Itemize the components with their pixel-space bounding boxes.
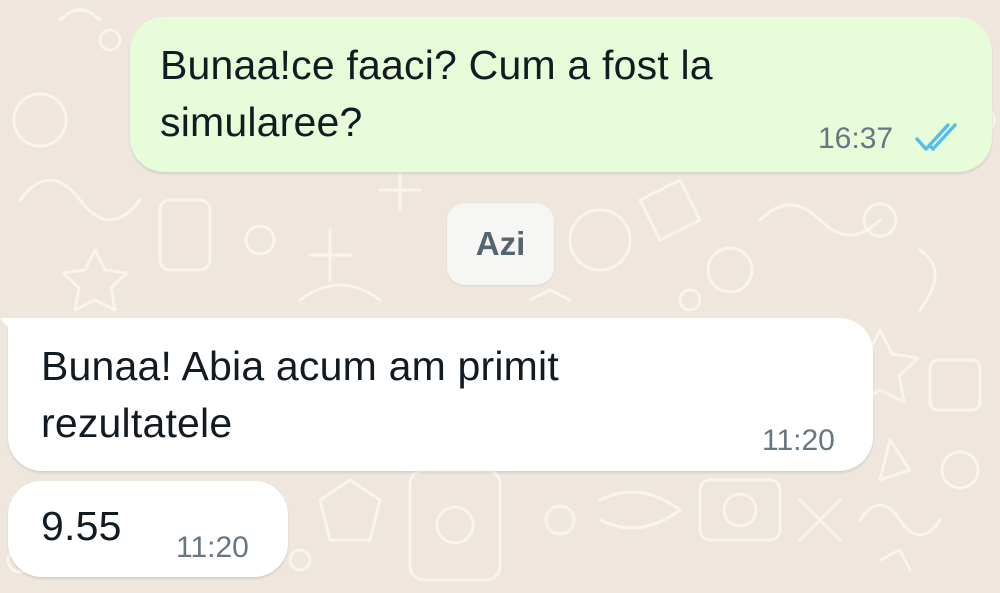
chat-messages-area[interactable]: Bunaa!ce faaci? Cum a fost la simularee?… — [0, 0, 1000, 593]
message-time: 11:20 — [176, 531, 249, 564]
outgoing-message-bubble[interactable]: Bunaa!ce faaci? Cum a fost la simularee?… — [130, 17, 992, 172]
message-time: 16:37 — [818, 122, 894, 155]
message-text: 9.55 — [41, 503, 122, 549]
message-text: Bunaa! Abia acum am primit rezultatele — [41, 343, 559, 446]
message-time: 11:20 — [762, 424, 835, 457]
incoming-message-bubble[interactable]: Bunaa! Abia acum am primit rezultatele 1… — [8, 318, 873, 471]
incoming-message-bubble[interactable]: 9.55 11:20 — [8, 481, 288, 577]
date-separator-chip: Azi — [447, 203, 554, 285]
double-check-read-icon — [915, 123, 963, 158]
